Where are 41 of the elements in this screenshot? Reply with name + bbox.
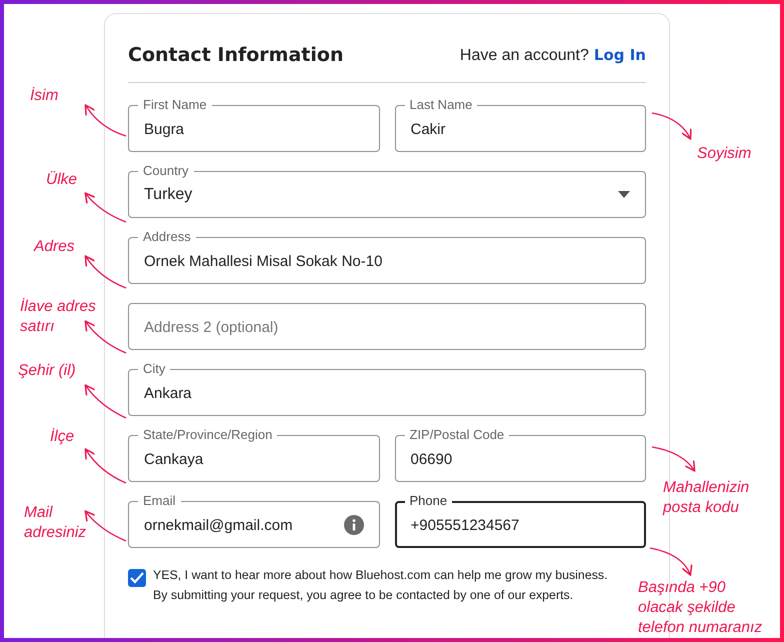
text-field[interactable]: Email ornekmail@gmail.com (128, 493, 380, 548)
text-field[interactable]: Phone +905551234567 (394, 493, 646, 548)
consent-checkbox[interactable] (128, 569, 146, 587)
field-label: City (138, 361, 170, 377)
field-label: State/Province/Region (138, 427, 278, 443)
annotation-note: Başında +90 olacak şekilde telefon numaranız (638, 578, 764, 638)
annotation-note: Soyisim (697, 144, 752, 164)
text-field[interactable]: Address 2 (optional) (128, 295, 646, 350)
info-icon[interactable] (344, 514, 364, 534)
annotation-arrow (84, 192, 126, 223)
text-field[interactable]: Country Turkey (128, 163, 646, 218)
text-field[interactable]: State/Province/Region Cankaya (128, 427, 380, 482)
annotation-note: İlçe (50, 427, 76, 447)
annotation-arrow (84, 510, 126, 542)
text-field[interactable]: City Ankara (128, 361, 646, 416)
text-field[interactable]: ZIP/Postal Code 06690 (394, 427, 646, 482)
field-label: Country (138, 163, 194, 179)
annotation-arrow (84, 104, 126, 137)
annotation-note: Adres (34, 237, 76, 257)
text-field[interactable]: Last Name Cakir (394, 97, 646, 152)
annotation-note: Şehir (il) (18, 361, 77, 381)
text-field[interactable]: Address Ornek Mahallesi Misal Sokak No-10 (128, 229, 646, 284)
annotation-arrow (84, 448, 126, 484)
account-prompt: Have an account? (460, 46, 589, 64)
form-title: Contact Information (128, 44, 344, 66)
annotation-note: İlave adres satırı (20, 297, 97, 337)
annotation-arrow (650, 547, 692, 576)
text-field[interactable]: First Name Bugra (128, 97, 380, 152)
consent-text: YES, I want to hear more about how Bluehost.com can help me grow my business. (153, 568, 608, 583)
annotation-note: Ülke (46, 170, 78, 190)
annotation-note: İsim (30, 86, 60, 106)
login-link[interactable]: Log In (594, 46, 646, 64)
annotation-arrow (652, 446, 696, 472)
annotation-note: Mahallenizin posta kodu (663, 478, 750, 518)
annotation-arrow (84, 384, 126, 419)
dropdown-caret-icon (618, 191, 630, 198)
annotation-note: Mail adresiniz (24, 503, 88, 543)
annotation-arrow (84, 255, 126, 289)
consent-note: By submitting your request, you agree to be contacted by one of our experts. (153, 588, 574, 603)
annotation-arrow (84, 320, 126, 354)
annotation-arrow (652, 112, 692, 140)
